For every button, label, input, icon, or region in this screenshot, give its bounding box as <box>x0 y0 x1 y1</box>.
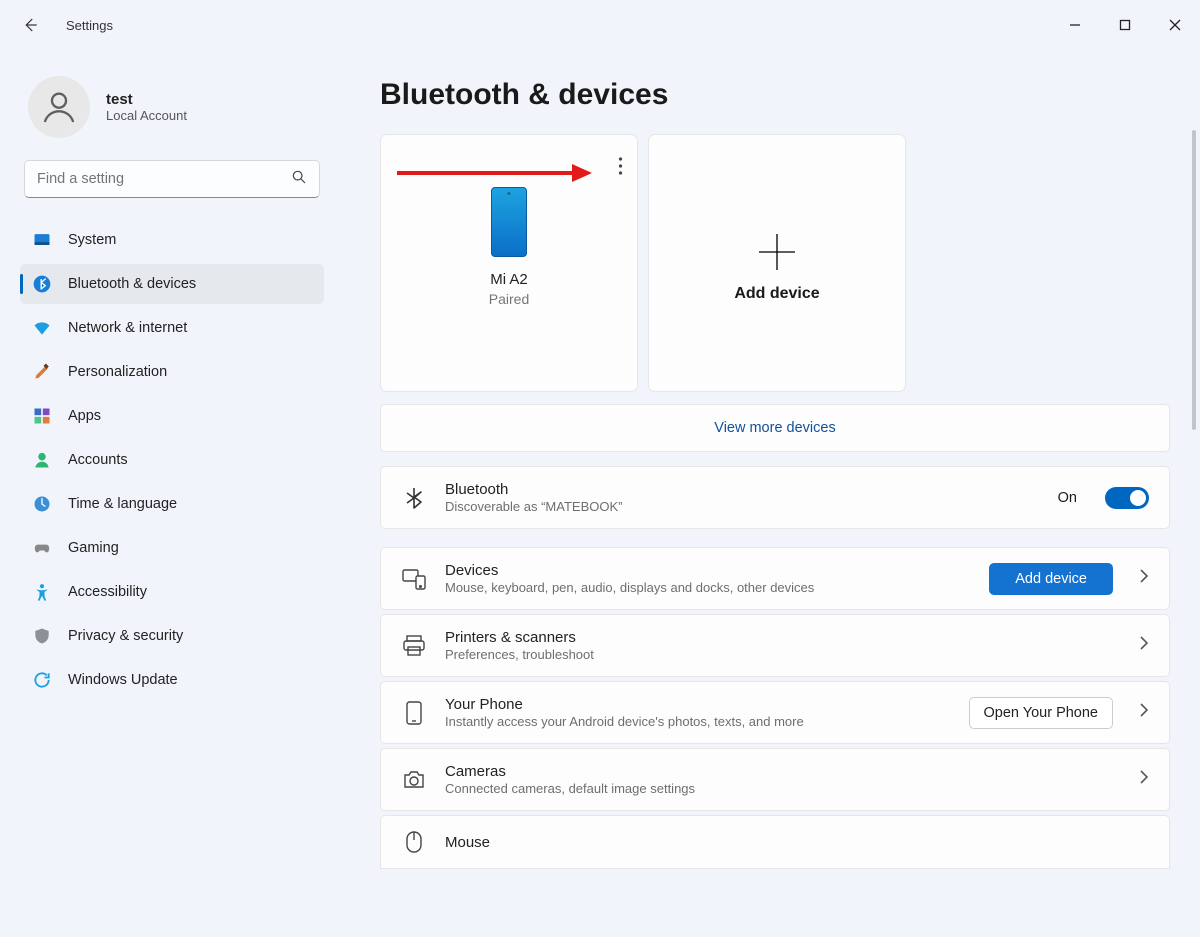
nav-gaming[interactable]: Gaming <box>20 528 324 568</box>
device-status: Paired <box>489 291 529 307</box>
sidebar: test Local Account System Bluetooth & de… <box>0 50 330 937</box>
nav-windows-update[interactable]: Windows Update <box>20 660 324 700</box>
devices-row[interactable]: Devices Mouse, keyboard, pen, audio, dis… <box>380 547 1170 610</box>
printer-icon <box>401 635 427 657</box>
mouse-row[interactable]: Mouse <box>380 815 1170 869</box>
mouse-icon <box>401 830 427 854</box>
nav-apps[interactable]: Apps <box>20 396 324 436</box>
row-title: Printers & scanners <box>445 629 1113 646</box>
window-controls <box>1050 6 1200 44</box>
phone-icon <box>401 701 427 725</box>
nav-label: Gaming <box>68 540 119 556</box>
devices-icon <box>401 568 427 590</box>
device-name: Mi A2 <box>490 271 528 288</box>
avatar <box>28 76 90 138</box>
nav-label: Accessibility <box>68 584 147 600</box>
nav-label: System <box>68 232 116 248</box>
nav-label: Bluetooth & devices <box>68 276 196 292</box>
row-title: Your Phone <box>445 696 951 713</box>
row-title: Devices <box>445 562 971 579</box>
nav-label: Windows Update <box>68 672 178 688</box>
view-more-devices[interactable]: View more devices <box>380 404 1170 452</box>
titlebar: Settings <box>0 0 1200 50</box>
nav-accessibility[interactable]: Accessibility <box>20 572 324 612</box>
apps-icon <box>32 406 52 426</box>
brush-icon <box>32 362 52 382</box>
chevron-right-icon <box>1139 635 1149 656</box>
your-phone-row[interactable]: Your Phone Instantly access your Android… <box>380 681 1170 744</box>
row-title: Cameras <box>445 763 1113 780</box>
profile-block[interactable]: test Local Account <box>20 66 324 160</box>
device-phone-icon <box>491 187 527 257</box>
bluetooth-subtitle: Discoverable as “MATEBOOK” <box>445 499 1040 514</box>
wifi-icon <box>32 318 52 338</box>
plus-icon <box>756 231 798 273</box>
page-title: Bluetooth & devices <box>380 78 1180 112</box>
camera-icon <box>401 770 427 790</box>
nav-label: Apps <box>68 408 101 424</box>
row-subtitle: Connected cameras, default image setting… <box>445 781 1113 796</box>
bluetooth-state-label: On <box>1058 490 1077 506</box>
chevron-right-icon <box>1139 769 1149 790</box>
row-subtitle: Instantly access your Android device's p… <box>445 714 951 729</box>
row-title: Mouse <box>445 834 1149 851</box>
nav-label: Accounts <box>68 452 128 468</box>
printers-row[interactable]: Printers & scanners Preferences, trouble… <box>380 614 1170 677</box>
close-button[interactable] <box>1150 6 1200 44</box>
nav-label: Privacy & security <box>68 628 183 644</box>
bluetooth-line-icon <box>401 486 427 510</box>
scrollbar[interactable] <box>1192 130 1196 430</box>
person-icon <box>32 450 52 470</box>
nav-accounts[interactable]: Accounts <box>20 440 324 480</box>
minimize-button[interactable] <box>1050 6 1100 44</box>
accessibility-icon <box>32 582 52 602</box>
nav-time-language[interactable]: Time & language <box>20 484 324 524</box>
bluetooth-icon <box>32 274 52 294</box>
cameras-row[interactable]: Cameras Connected cameras, default image… <box>380 748 1170 811</box>
annotation-arrow <box>397 161 597 185</box>
bluetooth-toggle-row: Bluetooth Discoverable as “MATEBOOK” On <box>380 466 1170 529</box>
nav-bluetooth-devices[interactable]: Bluetooth & devices <box>20 264 324 304</box>
nav-personalization[interactable]: Personalization <box>20 352 324 392</box>
back-button[interactable] <box>14 9 46 41</box>
search-input[interactable] <box>37 171 291 187</box>
system-icon <box>32 230 52 250</box>
add-device-label: Add device <box>734 285 819 303</box>
add-device-card[interactable]: Add device <box>648 134 906 392</box>
nav-privacy[interactable]: Privacy & security <box>20 616 324 656</box>
bluetooth-toggle[interactable] <box>1105 487 1149 509</box>
nav-network[interactable]: Network & internet <box>20 308 324 348</box>
paired-device-card[interactable]: Mi A2 Paired <box>380 134 638 392</box>
search-icon <box>291 169 307 190</box>
clock-globe-icon <box>32 494 52 514</box>
nav-list: System Bluetooth & devices Network & int… <box>20 220 324 700</box>
nav-label: Personalization <box>68 364 167 380</box>
chevron-right-icon <box>1139 702 1149 723</box>
nav-system[interactable]: System <box>20 220 324 260</box>
row-subtitle: Preferences, troubleshoot <box>445 647 1113 662</box>
chevron-right-icon <box>1139 568 1149 589</box>
profile-subtitle: Local Account <box>106 108 187 123</box>
gamepad-icon <box>32 538 52 558</box>
profile-name: test <box>106 91 187 108</box>
update-icon <box>32 670 52 690</box>
nav-label: Network & internet <box>68 320 187 336</box>
search-box[interactable] <box>24 160 320 198</box>
add-device-button[interactable]: Add device <box>989 563 1113 595</box>
app-title: Settings <box>66 18 113 33</box>
device-more-button[interactable] <box>618 157 623 180</box>
bluetooth-title: Bluetooth <box>445 481 1040 498</box>
open-your-phone-button[interactable]: Open Your Phone <box>969 697 1114 729</box>
maximize-button[interactable] <box>1100 6 1150 44</box>
main-content: Bluetooth & devices Mi A2 Paired Add dev… <box>330 50 1200 937</box>
row-subtitle: Mouse, keyboard, pen, audio, displays an… <box>445 580 971 595</box>
shield-icon <box>32 626 52 646</box>
nav-label: Time & language <box>68 496 177 512</box>
